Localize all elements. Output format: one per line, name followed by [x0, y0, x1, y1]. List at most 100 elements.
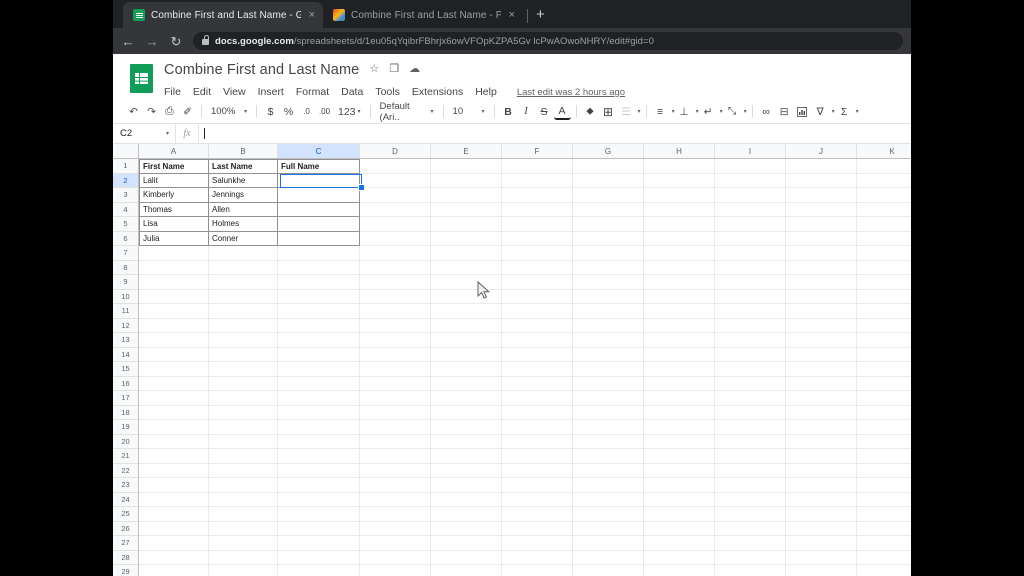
cell-G16[interactable]: [573, 376, 644, 391]
cell-K9[interactable]: [857, 275, 911, 290]
fill-handle[interactable]: [358, 184, 365, 191]
cell-A6[interactable]: Julia: [139, 231, 209, 246]
row-header-27[interactable]: 27: [113, 536, 138, 551]
formula-input[interactable]: [199, 124, 911, 143]
cell-E15[interactable]: [431, 362, 502, 377]
cell-C7[interactable]: [278, 246, 360, 261]
cell-I2[interactable]: [715, 173, 786, 188]
row-header-20[interactable]: 20: [113, 434, 138, 449]
cell-A5[interactable]: Lisa: [139, 217, 209, 232]
zoom-selector[interactable]: 100% ▾: [207, 106, 251, 117]
cell-C5[interactable]: [278, 217, 360, 232]
row-header-26[interactable]: 26: [113, 521, 138, 536]
cell-B28[interactable]: [209, 550, 278, 565]
cell-F17[interactable]: [502, 391, 573, 406]
cell-G19[interactable]: [573, 420, 644, 435]
cell-G23[interactable]: [573, 478, 644, 493]
cell-A24[interactable]: [139, 492, 209, 507]
cell-B23[interactable]: [209, 478, 278, 493]
cell-B9[interactable]: [209, 275, 278, 290]
cell-J12[interactable]: [786, 318, 857, 333]
cell-F24[interactable]: [502, 492, 573, 507]
filter-icon[interactable]: ∇: [812, 102, 829, 121]
cell-I22[interactable]: [715, 463, 786, 478]
cell-E10[interactable]: [431, 289, 502, 304]
cell-H19[interactable]: [644, 420, 715, 435]
cell-H24[interactable]: [644, 492, 715, 507]
cell-H2[interactable]: [644, 173, 715, 188]
cell-A3[interactable]: Kimberly: [139, 188, 209, 203]
chevron-down-icon[interactable]: ▾: [832, 108, 835, 115]
row-header-29[interactable]: 29: [113, 565, 138, 576]
cell-K8[interactable]: [857, 261, 911, 275]
cell-B26[interactable]: [209, 521, 278, 536]
cell-B17[interactable]: [209, 391, 278, 406]
cell-F9[interactable]: [502, 275, 573, 290]
cell-I17[interactable]: [715, 391, 786, 406]
cell-K23[interactable]: [857, 478, 911, 493]
cell-D23[interactable]: [360, 478, 431, 493]
cell-G24[interactable]: [573, 492, 644, 507]
cell-B18[interactable]: [209, 405, 278, 420]
cell-H14[interactable]: [644, 347, 715, 362]
row-header-1[interactable]: 1: [113, 159, 138, 174]
cell-G20[interactable]: [573, 434, 644, 449]
increase-decimal-button[interactable]: .00: [316, 102, 333, 121]
cell-B14[interactable]: [209, 347, 278, 362]
cell-I23[interactable]: [715, 478, 786, 493]
cell-E8[interactable]: [431, 260, 502, 275]
cell-C27[interactable]: [278, 536, 360, 551]
cell-C22[interactable]: [278, 463, 360, 478]
last-edit-status[interactable]: Last edit was 2 hours ago: [517, 87, 625, 98]
cell-F21[interactable]: [502, 449, 573, 464]
cell-B21[interactable]: [209, 449, 278, 464]
cell-F29[interactable]: [502, 565, 573, 576]
menu-item-insert[interactable]: Insert: [258, 86, 284, 98]
cell-C29[interactable]: [278, 565, 360, 576]
cell-B27[interactable]: [209, 536, 278, 551]
cell-D9[interactable]: [360, 275, 431, 290]
cell-F8[interactable]: [502, 260, 573, 275]
cell-D22[interactable]: [360, 463, 431, 478]
cell-D10[interactable]: [360, 289, 431, 304]
cell-J27[interactable]: [786, 536, 857, 551]
browser-tab-1[interactable]: Combine First and Last Name - G ×: [123, 2, 323, 28]
cell-J13[interactable]: [786, 333, 857, 348]
cell-K2[interactable]: [857, 174, 911, 188]
cell-H7[interactable]: [644, 246, 715, 261]
cell-F28[interactable]: [502, 550, 573, 565]
cell-K13[interactable]: [857, 333, 911, 348]
cell-K16[interactable]: [857, 377, 911, 391]
borders-icon[interactable]: ⊞: [600, 102, 617, 121]
row-header-8[interactable]: 8: [113, 260, 138, 275]
row-header-23[interactable]: 23: [113, 478, 138, 493]
cell-B7[interactable]: [209, 246, 278, 261]
cell-I19[interactable]: [715, 420, 786, 435]
cell-B3[interactable]: Jennings: [209, 188, 278, 203]
move-to-folder-icon[interactable]: ❐: [389, 64, 399, 75]
cell-H10[interactable]: [644, 289, 715, 304]
cell-H20[interactable]: [644, 434, 715, 449]
cell-B15[interactable]: [209, 362, 278, 377]
cell-A13[interactable]: [139, 333, 209, 348]
column-header-i[interactable]: I: [715, 144, 786, 158]
cell-G8[interactable]: [573, 260, 644, 275]
cell-I13[interactable]: [715, 333, 786, 348]
cell-A21[interactable]: [139, 449, 209, 464]
cell-C17[interactable]: [278, 391, 360, 406]
cell-H8[interactable]: [644, 260, 715, 275]
cell-A25[interactable]: [139, 507, 209, 522]
cell-K29[interactable]: [857, 565, 911, 576]
cell-A28[interactable]: [139, 550, 209, 565]
cell-G11[interactable]: [573, 304, 644, 319]
cell-B11[interactable]: [209, 304, 278, 319]
column-header-d[interactable]: D: [360, 144, 431, 158]
cell-C16[interactable]: [278, 376, 360, 391]
row-header-16[interactable]: 16: [113, 376, 138, 391]
cell-G17[interactable]: [573, 391, 644, 406]
cell-A17[interactable]: [139, 391, 209, 406]
cell-B16[interactable]: [209, 376, 278, 391]
cell-G27[interactable]: [573, 536, 644, 551]
cell-K4[interactable]: [857, 203, 911, 217]
cell-K20[interactable]: [857, 435, 911, 449]
